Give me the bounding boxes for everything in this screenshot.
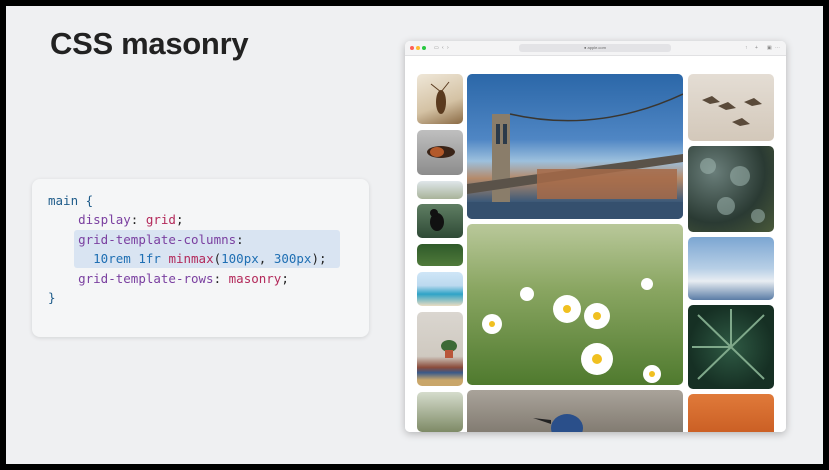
forward-icon[interactable]: › — [447, 45, 449, 51]
insect-photo[interactable] — [417, 74, 463, 124]
blue-jay-icon — [533, 414, 583, 432]
code-line-5: grid-template-rows: masonry; — [78, 270, 289, 286]
code-number: 300px — [273, 251, 312, 267]
caterpillar-icon — [427, 146, 455, 158]
bird-branch-photo[interactable] — [417, 392, 463, 432]
browser-window: ▭ ‹ › ● apple.com ↑ + ▣ ⋯ — [405, 41, 786, 432]
page-viewport — [405, 56, 786, 432]
brooklyn-bridge-photo[interactable] — [467, 74, 683, 219]
sidebar-icon[interactable]: ▭ — [434, 45, 439, 51]
plant-icon — [441, 340, 457, 358]
code-line-2: display: grid; — [78, 212, 184, 228]
bookshelf-photo[interactable] — [417, 312, 463, 386]
blue-jay-photo[interactable] — [467, 390, 683, 432]
code-property: grid-template-columns — [78, 231, 237, 247]
back-icon[interactable]: ‹ — [442, 45, 444, 51]
code-block: main { display: grid; grid-template-colu… — [48, 191, 327, 307]
close-window-button[interactable] — [410, 46, 414, 50]
address-bar[interactable]: ● apple.com — [519, 44, 671, 52]
bokeh-icon — [700, 158, 765, 223]
code-line-6: } — [48, 288, 327, 307]
code-number: 10rem — [93, 251, 131, 267]
code-property: grid-template-rows — [78, 270, 214, 286]
code-card: main { display: grid; grid-template-colu… — [32, 179, 369, 337]
code-value: grid — [145, 212, 176, 228]
slide-title: CSS masonry — [50, 26, 249, 61]
orange-wall-photo[interactable] — [688, 394, 774, 432]
daisy-icon — [482, 278, 661, 383]
succulent-photo[interactable] — [688, 305, 774, 389]
code-number: 100px — [221, 251, 259, 267]
new-tab-icon[interactable]: + — [755, 45, 758, 51]
address-text: ● apple.com — [584, 45, 606, 50]
bokeh-photo[interactable] — [688, 146, 774, 232]
crow-icon — [430, 209, 444, 231]
share-icon[interactable]: ↑ — [745, 45, 748, 51]
code-line-4: 10rem 1fr minmax(100px, 300px); — [93, 251, 327, 267]
deer-photo[interactable] — [417, 181, 463, 199]
code-selector: main { — [48, 193, 94, 208]
more-icon[interactable]: ⋯ — [775, 45, 780, 51]
bridge-icon — [467, 93, 683, 219]
code-brace: } — [48, 289, 56, 305]
daisies-photo[interactable] — [467, 224, 683, 385]
slide: CSS masonry main { display: grid; grid-t… — [6, 6, 823, 464]
code-line-1: main { — [48, 191, 327, 210]
browser-toolbar: ▭ ‹ › ● apple.com ↑ + ▣ ⋯ — [405, 41, 786, 56]
zoom-window-button[interactable] — [422, 46, 426, 50]
beach-photo[interactable] — [417, 272, 463, 306]
code-function: minmax — [168, 251, 214, 267]
pelicans-photo[interactable] — [688, 74, 774, 141]
succulent-icon — [692, 309, 765, 380]
forest-photo[interactable] — [417, 244, 463, 266]
caterpillar-photo[interactable] — [417, 130, 463, 175]
pelican-icon — [702, 96, 762, 126]
tabs-icon[interactable]: ▣ — [767, 45, 772, 51]
insect-icon — [430, 81, 450, 114]
snowy-mountain-photo[interactable] — [688, 237, 774, 300]
code-property: display — [78, 212, 131, 228]
crow-photo[interactable] — [417, 204, 463, 238]
code-number: 1fr — [138, 251, 161, 267]
minimize-window-button[interactable] — [416, 46, 420, 50]
code-value: masonry — [228, 270, 282, 286]
code-line-3: grid-template-columns: — [78, 231, 244, 247]
